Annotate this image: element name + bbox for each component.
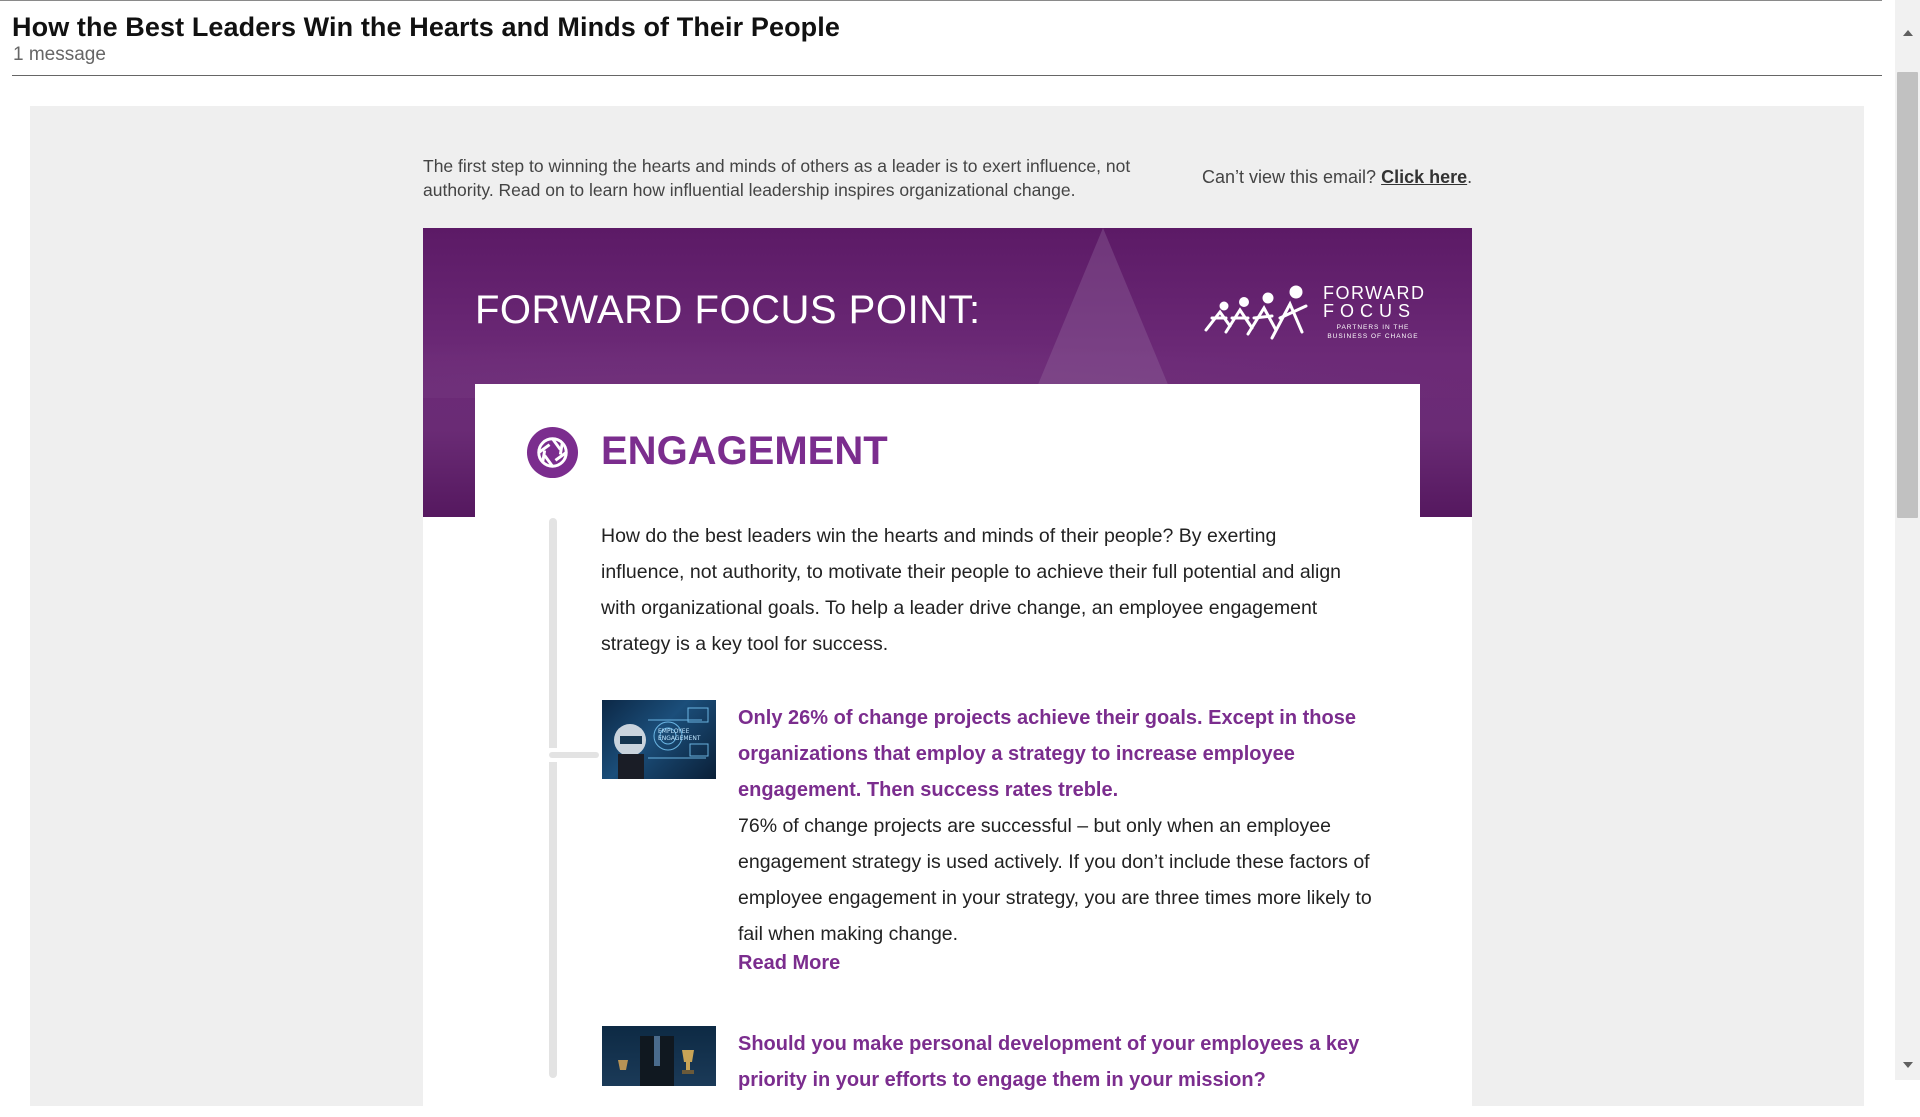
scrollbar-thumb[interactable] [1897,72,1918,518]
timeline-branch [549,752,599,758]
section-intro: How do the best leaders win the hearts a… [601,525,1342,655]
logo-tagline: PARTNERS IN THE BUSINESS OF CHANGE [1327,324,1419,340]
cant-view-text: Can’t view this email? [1202,167,1377,187]
article-title[interactable]: Only 26% of change projects achieve thei… [738,700,1378,808]
article-thumbnail-2[interactable] [602,1026,716,1086]
click-here-link[interactable]: Click here [1381,167,1467,187]
cant-view-suffix: . [1467,167,1473,187]
article-body: 76% of change projects are successful – … [738,815,1372,945]
vertical-scrollbar[interactable] [1895,0,1920,1080]
message-count: 1 message [13,44,106,65]
read-more-link[interactable]: Read More [738,952,840,975]
section-title: ENGAGEMENT [601,429,888,473]
email-subject: How the Best Leaders Win the Hearts and … [12,12,840,42]
aperture-icon [526,426,579,479]
scroll-up-arrow-icon[interactable] [1903,30,1913,36]
scroll-down-arrow-icon[interactable] [1903,1062,1913,1068]
header-divider [12,75,1882,76]
cant-view-line: Can’t view this email? Click here. [1202,167,1472,188]
logo-wordmark: FORWARD FOCUS PARTNERS IN THE BUSINESS O… [1323,284,1426,341]
logo-text-focus: FOCUS [1323,301,1416,321]
preheader-text: The first step to winning the hearts and… [423,156,1131,200]
article-thumbnail[interactable]: EMPLOYEE ENGAGEMENT [602,700,716,779]
logo-text-forward: FORWARD [1323,283,1426,303]
trophy-image-icon [618,1036,694,1086]
thumbnail-caption: EMPLOYEE ENGAGEMENT [658,728,701,742]
top-divider [0,0,1882,1]
timeline-line [549,518,557,1078]
banner-title: FORWARD FOCUS POINT: [475,288,981,332]
article-title-2[interactable]: Should you make personal development of … [738,1026,1378,1098]
